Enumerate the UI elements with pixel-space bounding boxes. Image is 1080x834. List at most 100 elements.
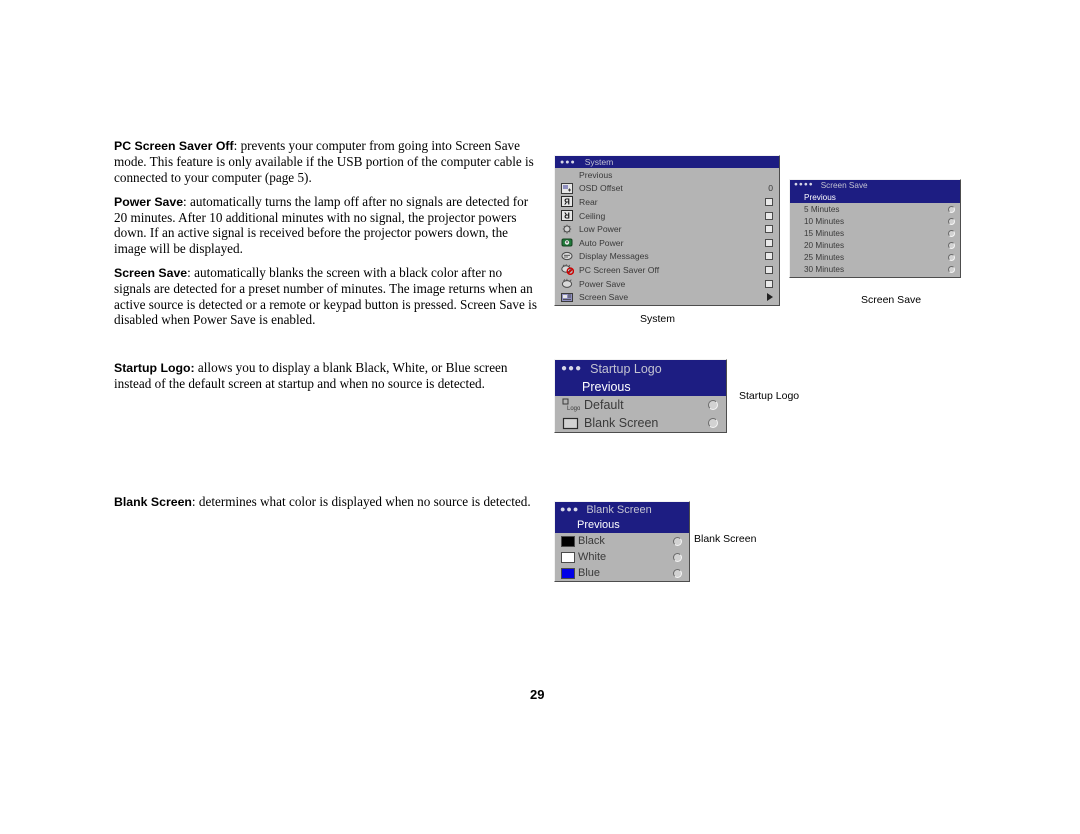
radio-25-minutes[interactable] [948, 253, 955, 261]
paragraph-screen-save: Screen Save: automatically blanks the sc… [114, 265, 538, 327]
menu-item-auto-power[interactable]: Auto Power [555, 236, 779, 250]
menu-item-screen-save[interactable]: Screen Save [555, 290, 779, 304]
radio-default[interactable] [708, 400, 718, 410]
menu-item-ceiling[interactable]: R Ceiling [555, 209, 779, 223]
menu-item-15-minutes[interactable]: 15 Minutes [790, 227, 960, 239]
menu-item-label: Display Messages [579, 251, 649, 262]
menu-item-label: 10 Minutes [804, 216, 845, 226]
menu-item-label: Low Power [579, 224, 622, 235]
menu-title-label: System [584, 157, 614, 167]
caption-blank-screen: Blank Screen [694, 533, 757, 545]
black-swatch-icon [560, 535, 575, 548]
radio-30-minutes[interactable] [948, 265, 955, 273]
pc-screen-saver-off-checkbox[interactable] [765, 265, 773, 274]
menu-title-label: Startup Logo [590, 362, 662, 376]
svg-text:R: R [564, 198, 570, 207]
power-save-checkbox[interactable] [765, 279, 773, 288]
radio-black[interactable] [673, 536, 682, 546]
menu-item-blue[interactable]: Blue [555, 565, 689, 581]
auto-power-icon [560, 237, 574, 249]
radio-blue[interactable] [673, 568, 682, 578]
low-power-checkbox[interactable] [765, 225, 773, 234]
menu-titlebar-startup-logo: ●●● Startup Logo [555, 360, 726, 378]
menu-level-dots-icon: ●●● [561, 363, 583, 374]
menu-titlebar-blank-screen: ●●● Blank Screen [555, 502, 689, 517]
ceiling-projection-icon: R [560, 210, 574, 222]
term-blank-screen: Blank Screen [114, 495, 192, 509]
paragraph-group-startup-logo: Startup Logo: allows you to display a bl… [114, 360, 534, 392]
menu-item-label: Default [584, 398, 624, 412]
osd-offset-value: 0 [768, 183, 773, 194]
menu-item-power-save[interactable]: Power Save [555, 277, 779, 291]
osd-menu-system[interactable]: ●●● System Previous OSD Offset 0 R Rear … [554, 155, 780, 306]
auto-power-checkbox[interactable] [765, 238, 773, 247]
radio-blank-screen[interactable] [708, 418, 718, 428]
caption-startup-logo: Startup Logo [739, 390, 800, 402]
osd-menu-startup-logo[interactable]: ●●● Startup Logo Previous Logo Default B… [554, 359, 727, 433]
radio-15-minutes[interactable] [948, 229, 955, 237]
menu-item-pc-screen-saver-off[interactable]: PC Screen Saver Off [555, 263, 779, 277]
display-messages-icon [560, 250, 574, 262]
menu-item-default[interactable]: Logo Default [555, 396, 726, 414]
radio-10-minutes[interactable] [948, 217, 955, 225]
menu-item-label: PC Screen Saver Off [579, 264, 660, 275]
menu-item-display-messages[interactable]: Display Messages [555, 250, 779, 264]
menu-item-low-power[interactable]: Low Power [555, 222, 779, 236]
blank-screen-icon [561, 415, 580, 431]
caption-system: System [640, 313, 676, 325]
menu-item-label: OSD Offset [579, 183, 623, 194]
menu-title-label: Screen Save [820, 181, 868, 190]
submenu-arrow-icon [767, 293, 773, 302]
term-startup-logo: Startup Logo: [114, 361, 195, 375]
menu-item-label: 15 Minutes [804, 228, 845, 238]
menu-item-previous[interactable]: Previous [555, 168, 779, 182]
menu-item-5-minutes[interactable]: 5 Minutes [790, 203, 960, 215]
menu-item-label: Previous [579, 169, 613, 180]
menu-item-label: White [578, 551, 607, 563]
osd-menu-blank-screen[interactable]: ●●● Blank Screen Previous Black White Bl… [554, 501, 690, 582]
ceiling-checkbox[interactable] [765, 211, 773, 220]
menu-titlebar-system: ●●● System [555, 156, 779, 168]
menu-level-dots-icon: ●●● [560, 158, 576, 166]
menu-level-dots-icon: ●●● [560, 504, 580, 514]
paragraph-blank-screen-text: : determines what color is displayed whe… [191, 494, 531, 509]
menu-item-white[interactable]: White [555, 549, 689, 565]
paragraph-blank-screen: Blank Screen: determines what color is d… [114, 494, 534, 510]
menu-item-30-minutes[interactable]: 30 Minutes [790, 263, 960, 275]
menu-item-label: Ceiling [579, 210, 606, 221]
menu-item-10-minutes[interactable]: 10 Minutes [790, 215, 960, 227]
menu-item-label: 20 Minutes [804, 240, 845, 250]
paragraph-group-power: PC Screen Saver Off: prevents your compu… [114, 138, 538, 327]
menu-item-previous[interactable]: Previous [790, 191, 960, 203]
menu-item-osd-offset[interactable]: OSD Offset 0 [555, 182, 779, 196]
radio-white[interactable] [673, 552, 682, 562]
osd-offset-icon [560, 182, 574, 194]
menu-item-label: 30 Minutes [804, 264, 845, 274]
power-save-icon [560, 278, 574, 290]
rear-checkbox[interactable] [765, 197, 773, 206]
menu-item-blank-screen[interactable]: Blank Screen [555, 414, 726, 432]
menu-title-label: Blank Screen [586, 503, 652, 516]
menu-item-black[interactable]: Black [555, 533, 689, 549]
term-power-save: Power Save [114, 194, 184, 209]
display-messages-checkbox[interactable] [765, 252, 773, 261]
radio-20-minutes[interactable] [948, 241, 955, 249]
menu-item-previous[interactable]: Previous [555, 517, 689, 533]
paragraph-startup-logo: Startup Logo: allows you to display a bl… [114, 360, 534, 392]
menu-item-20-minutes[interactable]: 20 Minutes [790, 239, 960, 251]
svg-text:R: R [564, 210, 570, 219]
menu-item-label: Screen Save [579, 292, 629, 303]
menu-item-label: Power Save [579, 278, 626, 289]
radio-5-minutes[interactable] [948, 205, 955, 213]
menu-item-25-minutes[interactable]: 25 Minutes [790, 251, 960, 263]
pc-screen-saver-off-icon [560, 264, 574, 276]
white-swatch-icon [560, 551, 575, 564]
menu-item-rear[interactable]: R Rear [555, 195, 779, 209]
menu-item-label: Previous [804, 192, 836, 202]
menu-item-previous[interactable]: Previous [555, 378, 726, 396]
default-logo-icon: Logo [561, 397, 580, 413]
paragraph-pc-screen-saver-off: PC Screen Saver Off: prevents your compu… [114, 138, 538, 185]
menu-level-dots-icon: ●●●● [794, 181, 814, 189]
menu-item-label: Previous [582, 380, 631, 394]
osd-menu-screen-save[interactable]: ●●●● Screen Save Previous 5 Minutes 10 M… [789, 179, 961, 278]
